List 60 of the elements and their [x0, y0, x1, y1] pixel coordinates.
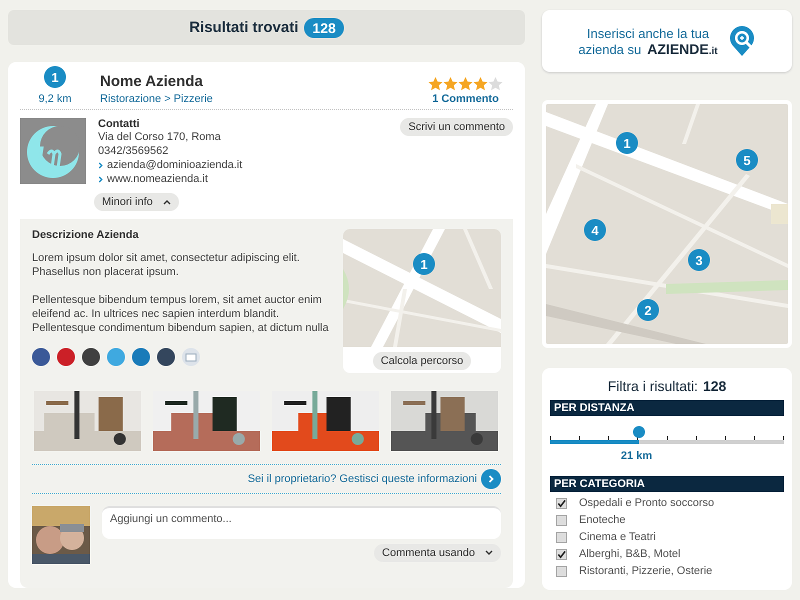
less-info-button[interactable]: Minori info	[94, 193, 179, 211]
arrow-button[interactable]	[481, 469, 501, 489]
category-label: Alberghi, B&B, Motel	[579, 548, 680, 560]
checkbox[interactable]	[556, 514, 567, 526]
check-icon	[557, 550, 566, 558]
check-icon	[557, 498, 566, 508]
star-icon	[443, 77, 458, 91]
results-count: 128	[304, 18, 344, 38]
chevron-icon	[488, 475, 494, 483]
comment-field[interactable]: Aggiungi un commento...	[102, 506, 501, 539]
caret-icon	[162, 199, 171, 205]
star-icon	[488, 77, 503, 91]
promo-card[interactable]: Inserisci anche la tua azienda su AZIENDE.it	[542, 10, 792, 72]
filter-title: Filtra i risultati:	[608, 378, 698, 394]
share-icon[interactable]	[157, 348, 175, 366]
comment-using-button[interactable]: Commenta usando	[374, 544, 501, 562]
section-heading: PER CATEGORIA	[550, 476, 784, 492]
owner-link[interactable]: Sei il proprietario? Gestisci queste informazioni	[248, 473, 477, 485]
brand-logo: AZIENDE.it	[647, 40, 718, 56]
distance-reading: 21 km	[620, 450, 652, 462]
contact-link[interactable]: www.nomeazienda.it	[107, 173, 208, 186]
checkbox[interactable]	[556, 548, 567, 560]
write-comment-button[interactable]: Scrivi un commento	[400, 118, 513, 136]
section-heading: PER DISTANZA	[550, 400, 784, 416]
route-button[interactable]: Calcola percorso	[372, 352, 472, 370]
checkbox[interactable]	[556, 566, 567, 576]
star-icon	[458, 77, 473, 91]
description-text: Pellentesque bibendum tempus lorem, sit amet auctor enim eleifend ac. In ultrices nec sapien interdum blandit. Pellentesque condimentum bibendum sapien, at dictum nulla	[32, 293, 329, 335]
contact-link[interactable]: azienda@dominioazienda.it	[107, 159, 242, 172]
checkbox[interactable]	[556, 498, 567, 508]
category-label: Cinema e Teatri	[579, 531, 656, 543]
category-link[interactable]: Ristorazione > Pizzerie	[100, 93, 428, 105]
promo-text: azienda su	[578, 42, 642, 56]
phone-text: 0342/3569562	[98, 145, 170, 158]
category-label: Ospedali e Pronto soccorso	[579, 497, 714, 509]
distance-label: 9,2 km	[38, 93, 72, 105]
star-icon	[428, 77, 443, 91]
contacts-title: Contatti	[98, 118, 141, 130]
caret-icon	[485, 550, 493, 556]
filter-count: 128	[702, 378, 726, 394]
share-icon[interactable]	[57, 348, 75, 366]
logo-icon	[20, 118, 86, 184]
location-search-icon	[728, 25, 756, 57]
business-name: Nome Azienda	[100, 73, 204, 90]
description-title: Descrizione Azienda	[32, 229, 140, 241]
category-label: Enoteche	[579, 514, 626, 526]
share-icon[interactable]	[132, 348, 150, 366]
email-icon[interactable]	[182, 348, 200, 366]
description-text: Lorem ipsum dolor sit amet, consectetur adipiscing elit. Phasellus non placerat ipsum.	[32, 251, 301, 279]
share-icon[interactable]	[32, 348, 50, 366]
slider-thumb[interactable]	[632, 426, 645, 438]
star-icon	[473, 77, 488, 91]
promo-text: Inserisci anche la tua	[586, 26, 710, 40]
comments-link[interactable]: 1 Commento	[432, 93, 499, 105]
map-pin: 1	[44, 66, 66, 88]
checkbox[interactable]	[556, 532, 567, 542]
share-icon[interactable]	[82, 348, 100, 366]
address-text: Via del Corso 170, Roma	[98, 131, 222, 144]
results-title: Risultati trovati	[189, 19, 298, 36]
category-label: Ristoranti, Pizzerie, Osterie	[579, 565, 712, 577]
